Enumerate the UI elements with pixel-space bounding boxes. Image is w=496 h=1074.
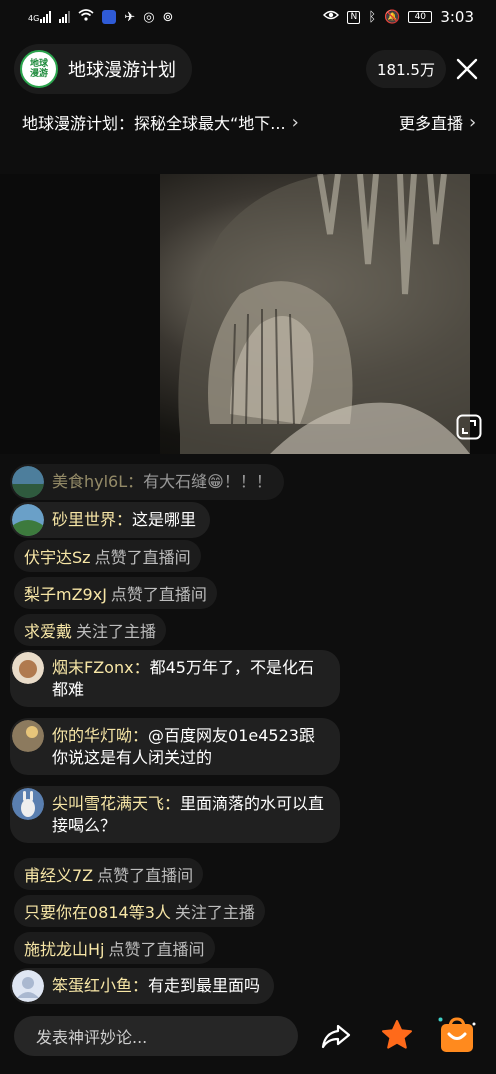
chat-text: 这是哪里 (132, 510, 197, 529)
chat-message: 你的华灯呦：@百度网友01e4523跟你说这是有人闭关过的 (10, 718, 340, 775)
user-avatar (12, 970, 44, 1002)
chat-message: 尖叫雪花满天飞：里面滴落的水可以直接喝么？ (10, 786, 340, 843)
chat-notice: 施扰龙山Hj 点赞了直播间 (14, 932, 215, 964)
more-live-button[interactable]: 更多直播 › (399, 110, 476, 134)
live-title-text: 地球漫游计划：探秘全球最大“地下... (22, 114, 286, 133)
signal-icon-1: 4G (28, 11, 52, 23)
notice-action: 关注了主播 (174, 903, 255, 922)
eye-icon (323, 9, 340, 25)
host-name[interactable]: 地球漫游计划 (68, 56, 176, 82)
notice-username[interactable]: 甫经义7Z (24, 862, 93, 886)
chat-message: 美食hyl6L：有大石缝😁！！！ (10, 464, 284, 500)
fullscreen-icon (456, 414, 482, 440)
user-avatar (12, 652, 44, 684)
share-button[interactable] (320, 1020, 352, 1052)
chat-username[interactable]: 烟末FZonx： (52, 658, 150, 677)
notice-action: 点赞了直播间 (97, 866, 194, 885)
notice-username[interactable]: 伏宇达Sz (24, 544, 91, 568)
like-star-icon (382, 1020, 412, 1049)
shop-button[interactable] (438, 1016, 476, 1054)
chat-notice: 求爱戴 关注了主播 (14, 614, 167, 646)
host-avatar-text: 地球漫游 (29, 59, 48, 79)
battery-level: 40 (414, 12, 427, 22)
chat-text: 有走到最里面吗 (148, 976, 261, 995)
notification-icon-3: ◎ (143, 9, 155, 25)
cave-video-frame (0, 174, 496, 454)
chat-notice: 伏宇达Sz 点赞了直播间 (14, 540, 201, 572)
chat-text: 有大石缝😁！！！ (143, 472, 272, 491)
comment-input[interactable]: 发表神评妙论... (14, 1016, 298, 1056)
host-avatar[interactable]: 地球漫游 (20, 50, 58, 88)
chat-username[interactable]: 美食hyl6L： (52, 472, 143, 491)
battery-icon: 40 (408, 11, 433, 23)
chat-username[interactable]: 你的华灯呦： (52, 726, 148, 745)
notice-action: 点赞了直播间 (110, 585, 207, 604)
close-button[interactable] (452, 54, 482, 84)
notice-username[interactable]: 施扰龙山Hj (24, 936, 104, 960)
wifi-icon (78, 9, 94, 25)
chat-username[interactable]: 笨蛋红小鱼： (52, 976, 148, 995)
share-icon (321, 1024, 351, 1049)
status-left: 4G ✈ ◎ ⊚ (28, 9, 173, 25)
fullscreen-button[interactable] (456, 414, 482, 440)
mute-icon: 🔕 (384, 9, 401, 25)
notice-action: 点赞了直播间 (94, 548, 191, 567)
bluetooth-icon: ᛒ (368, 9, 377, 25)
chat-notice: 只要你在0814等3人 关注了主播 (14, 895, 265, 927)
signal-icon-2 (59, 11, 71, 23)
chat-username[interactable]: 砂里世界： (52, 510, 132, 529)
notice-username[interactable]: 只要你在0814等3人 (24, 899, 171, 923)
user-avatar (12, 788, 44, 820)
chat-message: 烟末FZonx：都45万年了，不是化石都难 (10, 650, 340, 707)
nfc-icon: N (347, 10, 361, 24)
more-live-label: 更多直播 (399, 114, 464, 133)
shopping-bag-icon (438, 1017, 476, 1052)
comment-input-placeholder: 发表神评妙论... (36, 1028, 148, 1047)
notification-icon-4: ⊚ (162, 9, 174, 25)
chat-notice: 甫经义7Z 点赞了直播间 (14, 858, 204, 890)
notice-username[interactable]: 梨子mZ9xJ (24, 581, 107, 605)
chat-message: 笨蛋红小鱼：有走到最里面吗 (10, 968, 275, 1004)
status-bar: 4G ✈ ◎ ⊚ N ᛒ 🔕 40 3:03 (0, 0, 496, 34)
viewer-count[interactable]: 181.5万 (366, 50, 446, 88)
notice-action: 关注了主播 (76, 622, 157, 641)
chat-username[interactable]: 尖叫雪花满天飞： (52, 794, 180, 813)
user-avatar (12, 720, 44, 752)
status-time: 3:03 (440, 8, 474, 26)
notice-username[interactable]: 求爱戴 (24, 618, 72, 642)
like-button[interactable] (380, 1018, 414, 1052)
live-title-link[interactable]: 地球漫游计划：探秘全球最大“地下... › (22, 110, 299, 134)
chat-notice: 梨子mZ9xJ 点赞了直播间 (14, 577, 217, 609)
host-info-pill[interactable]: 地球漫游 地球漫游计划 (14, 44, 192, 94)
live-video[interactable] (0, 174, 496, 454)
chevron-right-icon: › (469, 111, 477, 133)
app-notification-icon (102, 10, 117, 24)
chevron-right-icon: › (291, 111, 299, 133)
viewer-count-text: 181.5万 (377, 60, 435, 79)
network-type-label: 4G (28, 14, 40, 23)
user-avatar (12, 466, 44, 498)
status-right: N ᛒ 🔕 40 3:03 (323, 8, 474, 26)
close-icon (456, 58, 478, 80)
notification-icon-2: ✈ (124, 9, 136, 25)
user-avatar (12, 504, 44, 536)
notice-action: 点赞了直播间 (108, 940, 205, 959)
chat-message: 砂里世界：这是哪里 (10, 502, 211, 538)
